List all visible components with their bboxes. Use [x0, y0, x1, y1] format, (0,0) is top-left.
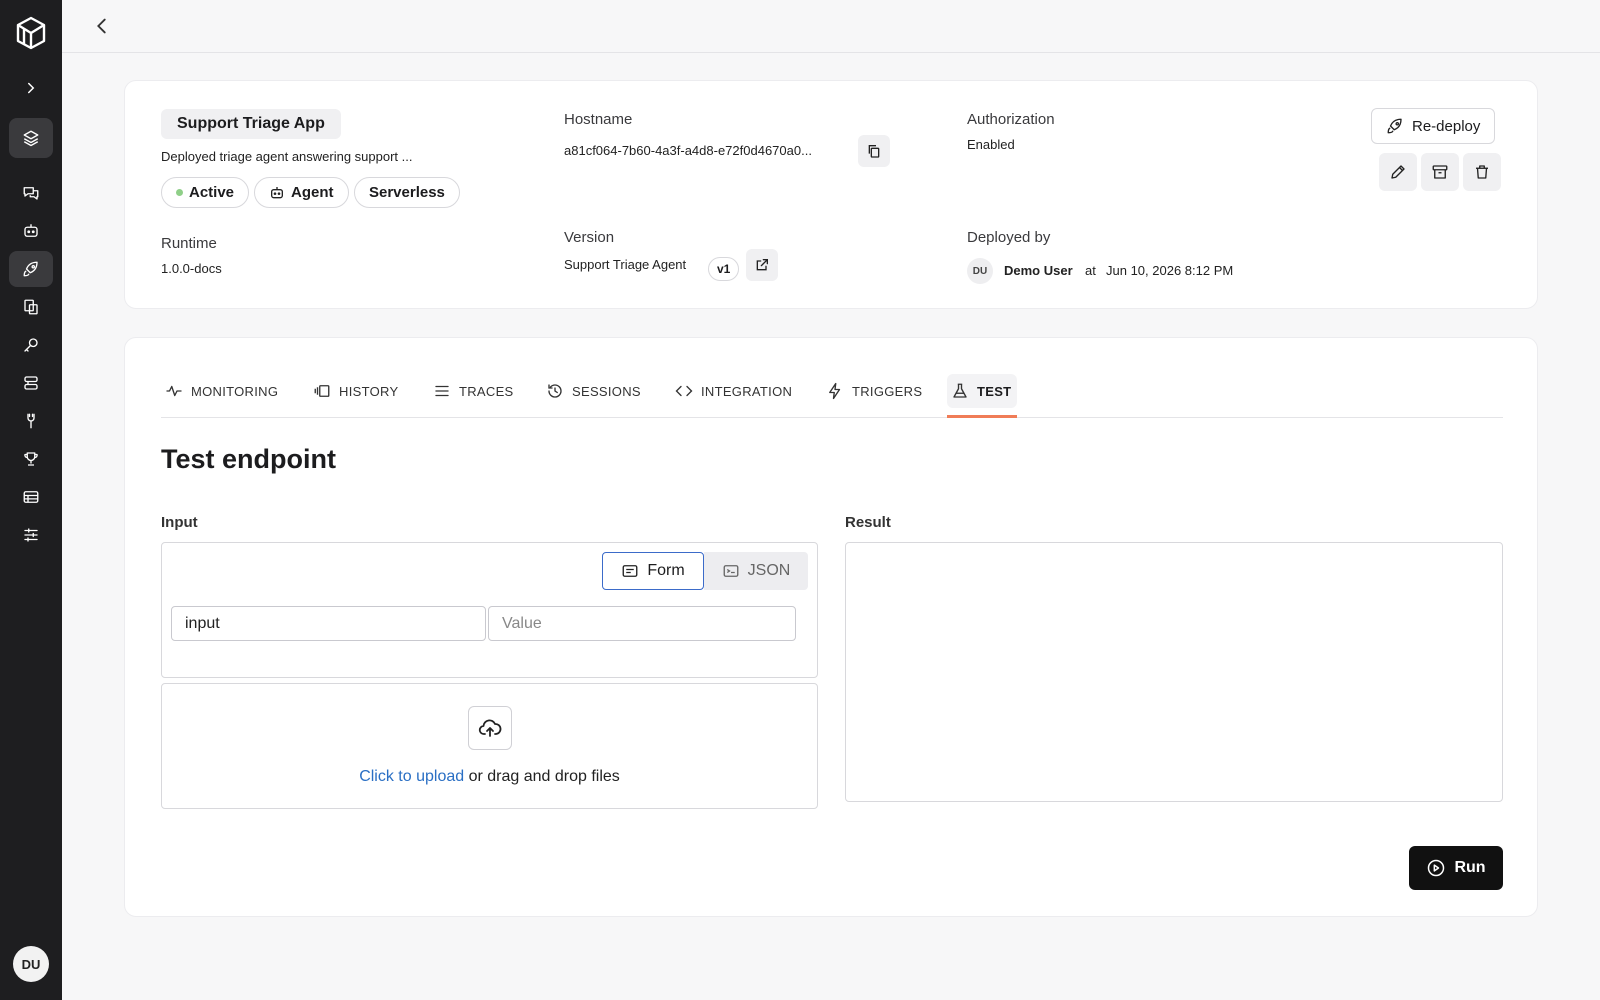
pencil-icon	[1391, 165, 1405, 179]
page-title: Test endpoint	[161, 444, 336, 474]
input-panel: Form JSON	[161, 542, 818, 678]
sidebar-item-chat[interactable]	[9, 175, 53, 211]
upload-button[interactable]	[468, 706, 512, 750]
copy-hostname-button[interactable]	[858, 135, 890, 167]
deployed-by-label: Deployed by	[967, 229, 1051, 246]
status-dot	[176, 189, 183, 196]
bot-icon	[24, 224, 38, 237]
flask-icon	[953, 383, 967, 398]
type-badge: Agent	[254, 177, 349, 208]
tab-history[interactable]: HISTORY	[309, 374, 402, 408]
run-button[interactable]: Run	[1409, 846, 1503, 890]
sidebar-item-agents[interactable]	[9, 213, 53, 249]
back-button[interactable]	[88, 12, 116, 40]
docs-icon	[24, 299, 38, 315]
deployed-at: Jun 10, 2026 8:12 PM	[1106, 263, 1234, 278]
key-input[interactable]	[171, 606, 486, 641]
top-bar	[62, 0, 1600, 53]
delete-button[interactable]	[1463, 153, 1501, 191]
code-icon	[675, 385, 693, 397]
open-version-button[interactable]	[746, 249, 778, 281]
cloud-upload-icon	[478, 719, 502, 737]
tab-traces[interactable]: TRACES	[429, 374, 518, 408]
hostname-label: Hostname	[564, 111, 633, 128]
clock-icon	[548, 384, 562, 398]
play-circle-icon	[1428, 859, 1445, 877]
sidebar-expand-button[interactable]	[9, 70, 53, 106]
avatar[interactable]: DU	[13, 946, 49, 982]
upload-dropzone[interactable]: Click to upload or drag and drop files	[161, 683, 818, 809]
hostname-value: a81cf064-7b60-4a3f-a4d8-e72f0d4670a0...	[564, 143, 812, 158]
history-icon	[314, 385, 330, 397]
runtime-label: Runtime	[161, 235, 217, 252]
form-mode-button[interactable]: Form	[602, 552, 704, 590]
deployer-name: Demo User	[1004, 263, 1073, 278]
version-value: Support Triage Agent	[564, 257, 687, 272]
tab-triggers[interactable]: TRIGGERS	[822, 374, 926, 408]
app-name: Support Triage App	[161, 109, 341, 139]
input-label: Input	[161, 514, 198, 531]
upload-text: Click to upload or drag and drop files	[359, 768, 620, 785]
sidebar-item-layers[interactable]	[9, 118, 53, 158]
sidebar-item-tables[interactable]	[9, 479, 53, 515]
rocket-icon	[1387, 118, 1402, 134]
chevron-left-icon	[97, 18, 106, 34]
deployed-at-prefix: at	[1085, 263, 1096, 278]
logo-icon[interactable]	[15, 16, 47, 50]
sidebar-item-deployments[interactable]	[9, 251, 53, 287]
archive-icon	[1432, 165, 1448, 179]
trophy-icon	[24, 452, 38, 466]
archive-button[interactable]	[1421, 153, 1459, 191]
sidebar-item-documents[interactable]	[9, 289, 53, 325]
table-icon	[23, 491, 39, 503]
rocket-icon	[23, 261, 38, 277]
deployer-avatar: DU	[967, 258, 993, 284]
authorization-value: Enabled	[967, 137, 1015, 152]
app-description: Deployed triage agent answering support …	[161, 149, 413, 164]
bolt-icon	[829, 382, 841, 400]
sidebar: DU	[0, 0, 62, 1000]
hosting-badge: Serverless	[354, 177, 460, 208]
bot-icon	[271, 186, 283, 198]
version-badge: v1	[708, 257, 740, 281]
tab-integration[interactable]: INTEGRATION	[671, 374, 796, 408]
tab-monitoring[interactable]: MONITORING	[161, 374, 282, 408]
tab-test[interactable]: TEST	[947, 374, 1017, 408]
active-tab-indicator	[947, 415, 1017, 418]
chat-icon	[23, 187, 39, 200]
form-icon	[622, 565, 638, 577]
sidebar-item-keys[interactable]	[9, 327, 53, 363]
tools-icon	[27, 413, 35, 429]
main-card: MONITORING HISTORY TRACES SESSIONS INTEG…	[124, 337, 1538, 917]
result-label: Result	[845, 514, 891, 531]
sidebar-item-data[interactable]	[9, 365, 53, 401]
database-icon	[24, 376, 38, 390]
result-panel	[845, 542, 1503, 802]
external-link-icon	[756, 259, 768, 271]
list-icon	[435, 385, 449, 397]
layers-icon	[23, 130, 39, 147]
tab-sessions[interactable]: SESSIONS	[542, 374, 645, 408]
tab-bar: MONITORING HISTORY TRACES SESSIONS INTEG…	[161, 368, 1503, 418]
trash-icon	[1476, 165, 1488, 179]
key-icon	[24, 338, 38, 352]
sidebar-item-tools[interactable]	[9, 403, 53, 439]
activity-icon	[166, 385, 182, 397]
deployment-info-card: Support Triage App Deployed triage agent…	[124, 80, 1538, 309]
sidebar-item-settings[interactable]	[9, 517, 53, 553]
edit-button[interactable]	[1379, 153, 1417, 191]
copy-icon	[868, 145, 880, 158]
sliders-icon	[24, 528, 38, 542]
runtime-value: 1.0.0-docs	[161, 261, 222, 276]
redeploy-button[interactable]: Re-deploy	[1371, 108, 1496, 144]
sidebar-item-leaderboard[interactable]	[9, 441, 53, 477]
authorization-label: Authorization	[967, 111, 1055, 128]
upload-link[interactable]: Click to upload	[359, 768, 464, 785]
status-badge: Active	[161, 177, 250, 208]
version-label: Version	[564, 229, 615, 246]
value-input[interactable]	[488, 606, 796, 641]
terminal-icon	[723, 565, 739, 577]
json-mode-button[interactable]: JSON	[704, 552, 808, 590]
chevron-right-icon	[28, 82, 35, 94]
